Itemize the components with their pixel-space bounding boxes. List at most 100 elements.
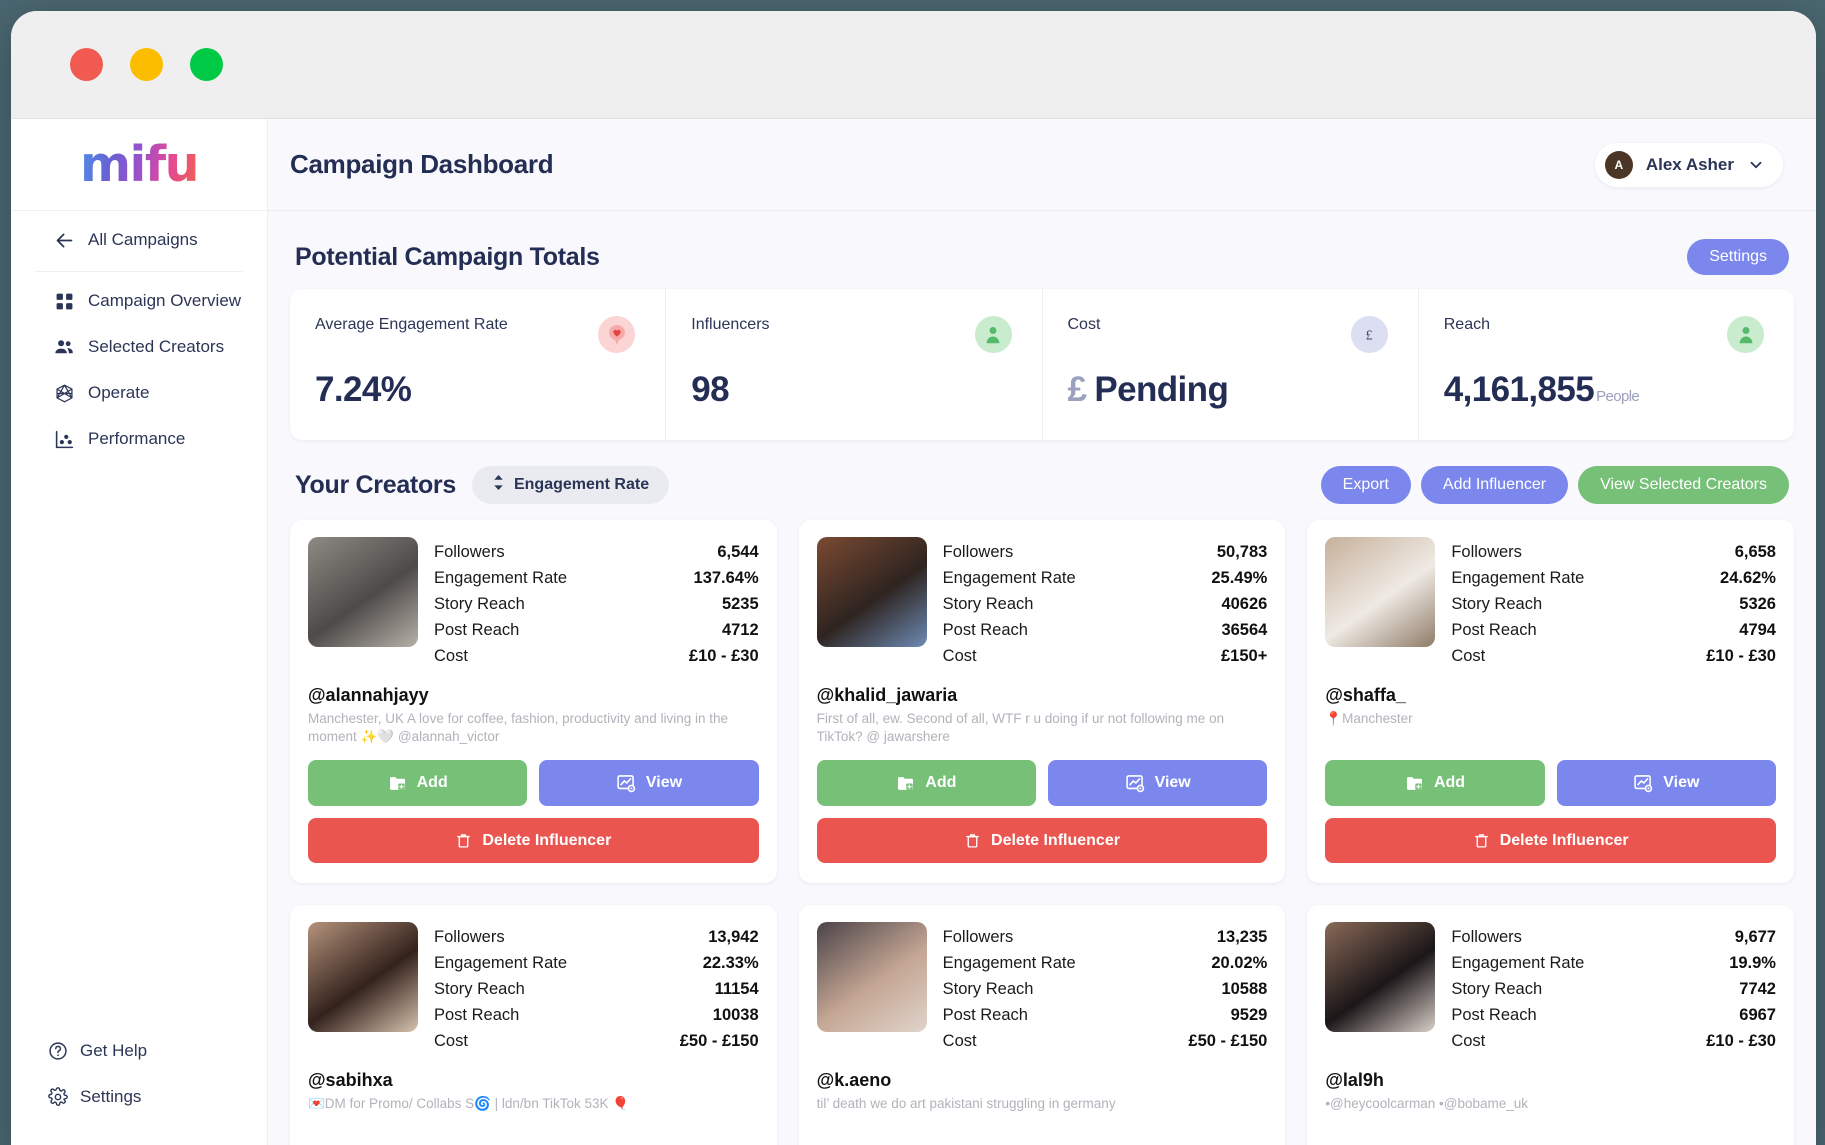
- metric-value: 22.33%: [702, 954, 759, 972]
- stat-number: 4,161,855: [1443, 370, 1595, 409]
- creator-card-shaffa-[interactable]: Followers 6,658 Engagement Rate 24.62% Sto…: [1307, 520, 1794, 883]
- stat-label: Influencers: [691, 316, 770, 333]
- metric-story-reach: Story Reach 11154: [434, 976, 759, 1002]
- metric-value: 9529: [1230, 1006, 1268, 1024]
- totals-title: Potential Campaign Totals: [295, 242, 600, 271]
- sidebar-item-campaign-overview[interactable]: Campaign Overview: [11, 278, 267, 324]
- minimize-window-icon[interactable]: [130, 48, 163, 81]
- metric-label: Cost: [434, 647, 468, 665]
- metric-label: Cost: [1451, 647, 1486, 665]
- metric-value: 20.02%: [1211, 954, 1268, 972]
- add-creator-button[interactable]: Add: [816, 760, 1036, 806]
- metric-label: Cost: [434, 1032, 468, 1050]
- creator-card-lal9h[interactable]: Followers 9,677 Engagement Rate 19.9% Stor…: [1307, 905, 1794, 1145]
- app-logo[interactable]: mifu: [11, 119, 267, 211]
- creator-avatar-image: [308, 537, 418, 647]
- add-influencer-button[interactable]: Add Influencer: [1420, 466, 1569, 504]
- metric-value: £10 - £30: [1706, 647, 1776, 665]
- totals-section-header: Potential Campaign Totals Settings: [290, 211, 1794, 289]
- creator-metrics: Followers 9,677 Engagement Rate 19.9% Stor…: [1451, 922, 1776, 1054]
- metric-cost: Cost £150+: [943, 643, 1268, 669]
- sidebar-item-performance[interactable]: Performance: [11, 416, 267, 462]
- creator-bio: 📍Manchester: [1325, 711, 1413, 726]
- creator-handle: @sabihxa: [308, 1070, 393, 1090]
- metric-value: £10 - £30: [1706, 1032, 1776, 1050]
- metric-label: Engagement Rate: [434, 954, 568, 972]
- add-creator-button[interactable]: Add: [308, 760, 528, 806]
- creator-card-sabihxa[interactable]: Followers 13,942 Engagement Rate 22.33% St…: [290, 905, 777, 1145]
- metric-post-reach: Post Reach 9529: [943, 1002, 1268, 1028]
- user-menu[interactable]: A Alex Asher: [1594, 142, 1783, 187]
- sidebar-item-operate[interactable]: Operate: [11, 370, 267, 416]
- sidebar-item-selected-creators[interactable]: Selected Creators: [11, 324, 267, 370]
- add-creator-label: Add: [1433, 774, 1466, 791]
- creators-section-header: Your Creators Engagement Rate Export Add…: [290, 444, 1794, 520]
- add-creator-button[interactable]: Add: [1325, 760, 1545, 806]
- creator-metrics: Followers 13,942 Engagement Rate 22.33% St…: [434, 922, 759, 1054]
- stat-label: Cost: [1067, 316, 1101, 333]
- metric-cost: Cost £50 - £150: [434, 1028, 759, 1054]
- gear-icon: [47, 1086, 69, 1108]
- metric-value: 10588: [1221, 980, 1268, 998]
- creator-card-k-aeno[interactable]: Followers 13,235 Engagement Rate 20.02% St…: [798, 905, 1286, 1145]
- creator-metrics: Followers 6,544 Engagement Rate 137.64% St…: [434, 537, 759, 669]
- scatter-chart-icon: [53, 428, 75, 450]
- metric-engagement-rate: Engagement Rate 25.49%: [943, 565, 1268, 591]
- avatar: A: [1604, 150, 1633, 179]
- delete-influencer-button[interactable]: Delete Influencer: [816, 818, 1268, 863]
- creator-card-khalid-jawaria[interactable]: Followers 50,783 Engagement Rate 25.49% St…: [798, 520, 1286, 883]
- maximize-window-icon[interactable]: [190, 48, 223, 81]
- stat-unit: People: [1596, 388, 1640, 405]
- view-creator-button[interactable]: View: [1556, 760, 1776, 806]
- metric-value: 10038: [712, 1006, 759, 1024]
- creator-bio: Manchester, UK A love for coffee, fashio…: [308, 711, 728, 744]
- metric-label: Story Reach: [942, 595, 1034, 613]
- creator-handle: @alannahjayy: [308, 685, 429, 705]
- metric-label: Engagement Rate: [1451, 954, 1585, 972]
- metric-label: Post Reach: [1451, 621, 1537, 639]
- creator-card-alannahjayy[interactable]: Followers 6,544 Engagement Rate 137.64% St…: [290, 520, 777, 883]
- creator-avatar-image: [816, 922, 927, 1032]
- view-creator-button[interactable]: View: [539, 760, 759, 806]
- users-icon: [53, 336, 75, 358]
- metric-value: 137.64%: [693, 569, 759, 587]
- folder-plus-icon: [896, 774, 915, 793]
- metric-value: £10 - £30: [688, 647, 759, 665]
- view-selected-creators-button[interactable]: View Selected Creators: [1578, 466, 1789, 504]
- sidebar-item-all-campaigns[interactable]: All Campaigns: [11, 217, 267, 267]
- metric-cost: Cost £10 - £30: [1451, 1028, 1776, 1054]
- sidebar-item-label: Get Help: [80, 1041, 148, 1060]
- dashboard-scroll-area[interactable]: Potential Campaign Totals Settings Avera…: [268, 211, 1816, 1145]
- svg-text:£: £: [1366, 327, 1373, 342]
- metric-label: Cost: [942, 647, 977, 665]
- grid-icon: [53, 290, 75, 312]
- creator-bio: til’ death we do art pakistani strugglin…: [816, 1096, 1116, 1111]
- page-topbar: Campaign Dashboard A Alex Asher: [268, 119, 1816, 211]
- metric-post-reach: Post Reach 36564: [943, 617, 1268, 643]
- settings-button[interactable]: Settings: [1687, 239, 1789, 275]
- view-creator-button[interactable]: View: [1048, 760, 1268, 806]
- metric-label: Engagement Rate: [942, 569, 1076, 587]
- trash-icon: [1473, 831, 1490, 850]
- export-button[interactable]: Export: [1320, 466, 1411, 504]
- delete-influencer-button[interactable]: Delete Influencer: [1325, 818, 1776, 863]
- metric-followers: Followers 9,677: [1451, 924, 1776, 950]
- creators-grid: Followers 6,544 Engagement Rate 137.64% St…: [290, 520, 1794, 1145]
- sort-by-engagement-rate-button[interactable]: Engagement Rate: [471, 466, 670, 504]
- creator-bio: 💌DM for Promo/ Collabs S🌀 | ldn/bn TikTo…: [308, 1096, 630, 1111]
- sidebar-item-get-help[interactable]: Get Help: [11, 1028, 267, 1074]
- sidebar-item-settings[interactable]: Settings: [11, 1074, 267, 1120]
- creator-metrics: Followers 50,783 Engagement Rate 25.49% St…: [943, 537, 1268, 669]
- metric-cost: Cost £10 - £30: [1451, 643, 1776, 669]
- delete-influencer-button[interactable]: Delete Influencer: [308, 818, 759, 863]
- sort-label: Engagement Rate: [513, 476, 650, 493]
- metric-cost: Cost £10 - £30: [434, 643, 759, 669]
- sidebar-item-label: Settings: [80, 1087, 142, 1106]
- metric-value: 36564: [1221, 621, 1268, 639]
- metric-story-reach: Story Reach 5235: [434, 591, 759, 617]
- metric-post-reach: Post Reach 4794: [1451, 617, 1776, 643]
- metric-label: Engagement Rate: [434, 569, 568, 587]
- close-window-icon[interactable]: [70, 48, 103, 81]
- metric-value: 6967: [1739, 1006, 1776, 1024]
- metric-label: Cost: [942, 1032, 977, 1050]
